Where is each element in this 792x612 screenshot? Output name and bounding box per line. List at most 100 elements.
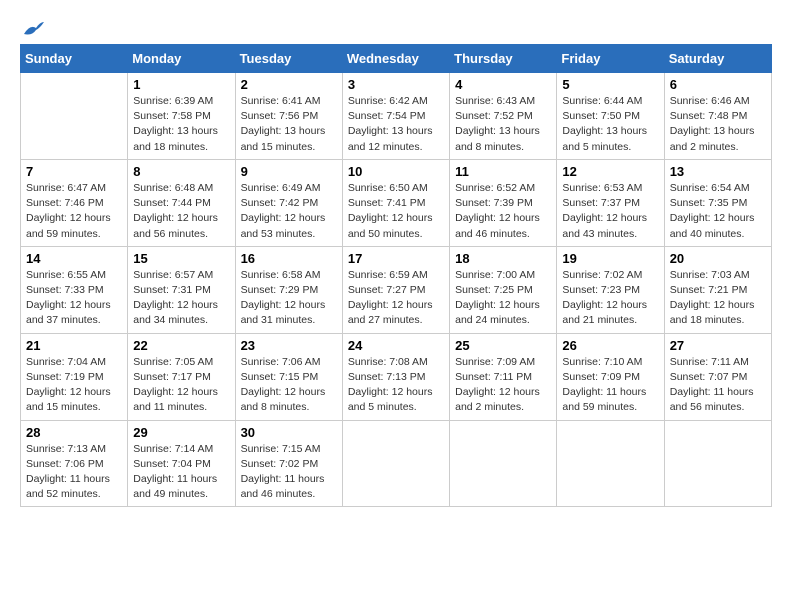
day-number: 22 xyxy=(133,338,229,353)
day-info: Sunrise: 6:44 AM Sunset: 7:50 PM Dayligh… xyxy=(562,94,658,155)
header-sunday: Sunday xyxy=(21,45,128,73)
calendar-cell: 13Sunrise: 6:54 AM Sunset: 7:35 PM Dayli… xyxy=(664,159,771,246)
day-number: 8 xyxy=(133,164,229,179)
day-number: 20 xyxy=(670,251,766,266)
calendar-cell: 12 Sunrise: 6:53 AM Sunset: 7:37 PM Dayli… xyxy=(557,159,664,246)
day-info: Sunrise: 7:00 AM Sunset: 7:25 PM Dayligh… xyxy=(455,268,551,329)
day-info: Sunrise: 7:09 AM Sunset: 7:11 PM Dayligh… xyxy=(455,355,551,416)
day-info: Sunrise: 7:05 AM Sunset: 7:17 PM Dayligh… xyxy=(133,355,229,416)
header-friday: Friday xyxy=(557,45,664,73)
day-info: Sunrise: 6:57 AM Sunset: 7:31 PM Dayligh… xyxy=(133,268,229,329)
day-info: Sunrise: 6:55 AM Sunset: 7:33 PM Dayligh… xyxy=(26,268,122,329)
calendar-header-row: SundayMondayTuesdayWednesdayThursdayFrid… xyxy=(21,45,772,73)
day-number: 25 xyxy=(455,338,551,353)
calendar-table: SundayMondayTuesdayWednesdayThursdayFrid… xyxy=(20,44,772,507)
day-number: 5 xyxy=(562,77,658,92)
day-number: 28 xyxy=(26,425,122,440)
calendar-cell: 6 Sunrise: 6:46 AM Sunset: 7:48 PM Daylig… xyxy=(664,73,771,160)
day-info: Sunrise: 6:54 AM Sunset: 7:35 PM Dayligh… xyxy=(670,181,766,242)
day-number: 27 xyxy=(670,338,766,353)
day-number: 18 xyxy=(455,251,551,266)
day-number: 4 xyxy=(455,77,551,92)
calendar-cell: 27 Sunrise: 7:11 AM Sunset: 7:07 PM Dayli… xyxy=(664,333,771,420)
calendar-week-4: 21Sunrise: 7:04 AM Sunset: 7:19 PM Dayli… xyxy=(21,333,772,420)
calendar-cell xyxy=(450,420,557,507)
calendar-cell: 19 Sunrise: 7:02 AM Sunset: 7:23 PM Dayli… xyxy=(557,246,664,333)
day-info: Sunrise: 7:15 AM Sunset: 7:02 PM Dayligh… xyxy=(241,442,337,503)
day-info: Sunrise: 7:04 AM Sunset: 7:19 PM Dayligh… xyxy=(26,355,122,416)
day-number: 9 xyxy=(241,164,337,179)
day-info: Sunrise: 6:47 AM Sunset: 7:46 PM Dayligh… xyxy=(26,181,122,242)
day-info: Sunrise: 7:06 AM Sunset: 7:15 PM Dayligh… xyxy=(241,355,337,416)
header-thursday: Thursday xyxy=(450,45,557,73)
calendar-cell: 22 Sunrise: 7:05 AM Sunset: 7:17 PM Dayli… xyxy=(128,333,235,420)
calendar-cell: 25 Sunrise: 7:09 AM Sunset: 7:11 PM Dayli… xyxy=(450,333,557,420)
calendar-cell: 24 Sunrise: 7:08 AM Sunset: 7:13 PM Dayli… xyxy=(342,333,449,420)
day-info: Sunrise: 6:46 AM Sunset: 7:48 PM Dayligh… xyxy=(670,94,766,155)
calendar-cell: 7 Sunrise: 6:47 AM Sunset: 7:46 PM Daylig… xyxy=(21,159,128,246)
day-info: Sunrise: 7:10 AM Sunset: 7:09 PM Dayligh… xyxy=(562,355,658,416)
day-info: Sunrise: 6:49 AM Sunset: 7:42 PM Dayligh… xyxy=(241,181,337,242)
calendar-cell: 21Sunrise: 7:04 AM Sunset: 7:19 PM Dayli… xyxy=(21,333,128,420)
day-number: 1 xyxy=(133,77,229,92)
calendar-cell: 5 Sunrise: 6:44 AM Sunset: 7:50 PM Daylig… xyxy=(557,73,664,160)
day-number: 10 xyxy=(348,164,444,179)
header-wednesday: Wednesday xyxy=(342,45,449,73)
calendar-cell xyxy=(21,73,128,160)
calendar-week-5: 28Sunrise: 7:13 AM Sunset: 7:06 PM Dayli… xyxy=(21,420,772,507)
day-number: 24 xyxy=(348,338,444,353)
day-number: 12 xyxy=(562,164,658,179)
day-number: 6 xyxy=(670,77,766,92)
day-info: Sunrise: 6:59 AM Sunset: 7:27 PM Dayligh… xyxy=(348,268,444,329)
logo xyxy=(20,20,44,34)
calendar-cell xyxy=(664,420,771,507)
day-info: Sunrise: 6:42 AM Sunset: 7:54 PM Dayligh… xyxy=(348,94,444,155)
calendar-cell: 10Sunrise: 6:50 AM Sunset: 7:41 PM Dayli… xyxy=(342,159,449,246)
day-number: 17 xyxy=(348,251,444,266)
day-number: 26 xyxy=(562,338,658,353)
day-info: Sunrise: 6:53 AM Sunset: 7:37 PM Dayligh… xyxy=(562,181,658,242)
logo-bird-icon xyxy=(22,20,44,38)
day-number: 23 xyxy=(241,338,337,353)
calendar-cell: 14 Sunrise: 6:55 AM Sunset: 7:33 PM Dayli… xyxy=(21,246,128,333)
day-info: Sunrise: 6:58 AM Sunset: 7:29 PM Dayligh… xyxy=(241,268,337,329)
day-info: Sunrise: 7:08 AM Sunset: 7:13 PM Dayligh… xyxy=(348,355,444,416)
day-info: Sunrise: 6:41 AM Sunset: 7:56 PM Dayligh… xyxy=(241,94,337,155)
calendar-week-2: 7 Sunrise: 6:47 AM Sunset: 7:46 PM Daylig… xyxy=(21,159,772,246)
day-number: 2 xyxy=(241,77,337,92)
calendar-week-1: 1 Sunrise: 6:39 AM Sunset: 7:58 PM Daylig… xyxy=(21,73,772,160)
day-info: Sunrise: 6:43 AM Sunset: 7:52 PM Dayligh… xyxy=(455,94,551,155)
day-number: 7 xyxy=(26,164,122,179)
day-number: 30 xyxy=(241,425,337,440)
header-monday: Monday xyxy=(128,45,235,73)
calendar-cell: 20 Sunrise: 7:03 AM Sunset: 7:21 PM Dayli… xyxy=(664,246,771,333)
day-number: 19 xyxy=(562,251,658,266)
day-info: Sunrise: 6:39 AM Sunset: 7:58 PM Dayligh… xyxy=(133,94,229,155)
day-info: Sunrise: 7:14 AM Sunset: 7:04 PM Dayligh… xyxy=(133,442,229,503)
day-number: 15 xyxy=(133,251,229,266)
header-saturday: Saturday xyxy=(664,45,771,73)
calendar-cell: 1 Sunrise: 6:39 AM Sunset: 7:58 PM Daylig… xyxy=(128,73,235,160)
day-info: Sunrise: 6:48 AM Sunset: 7:44 PM Dayligh… xyxy=(133,181,229,242)
day-info: Sunrise: 7:02 AM Sunset: 7:23 PM Dayligh… xyxy=(562,268,658,329)
calendar-cell: 3Sunrise: 6:42 AM Sunset: 7:54 PM Daylig… xyxy=(342,73,449,160)
calendar-cell: 11Sunrise: 6:52 AM Sunset: 7:39 PM Dayli… xyxy=(450,159,557,246)
calendar-cell: 8 Sunrise: 6:48 AM Sunset: 7:44 PM Daylig… xyxy=(128,159,235,246)
calendar-cell: 15 Sunrise: 6:57 AM Sunset: 7:31 PM Dayli… xyxy=(128,246,235,333)
day-info: Sunrise: 7:11 AM Sunset: 7:07 PM Dayligh… xyxy=(670,355,766,416)
day-number: 14 xyxy=(26,251,122,266)
calendar-cell: 28Sunrise: 7:13 AM Sunset: 7:06 PM Dayli… xyxy=(21,420,128,507)
day-number: 11 xyxy=(455,164,551,179)
calendar-cell: 18 Sunrise: 7:00 AM Sunset: 7:25 PM Dayli… xyxy=(450,246,557,333)
calendar-cell: 16 Sunrise: 6:58 AM Sunset: 7:29 PM Dayli… xyxy=(235,246,342,333)
calendar-cell xyxy=(342,420,449,507)
calendar-cell: 26 Sunrise: 7:10 AM Sunset: 7:09 PM Dayli… xyxy=(557,333,664,420)
day-number: 16 xyxy=(241,251,337,266)
calendar-cell: 4 Sunrise: 6:43 AM Sunset: 7:52 PM Daylig… xyxy=(450,73,557,160)
calendar-week-3: 14 Sunrise: 6:55 AM Sunset: 7:33 PM Dayli… xyxy=(21,246,772,333)
calendar-cell: 29 Sunrise: 7:14 AM Sunset: 7:04 PM Dayli… xyxy=(128,420,235,507)
page-header xyxy=(20,20,772,34)
day-info: Sunrise: 7:03 AM Sunset: 7:21 PM Dayligh… xyxy=(670,268,766,329)
calendar-cell: 17 Sunrise: 6:59 AM Sunset: 7:27 PM Dayli… xyxy=(342,246,449,333)
day-number: 29 xyxy=(133,425,229,440)
